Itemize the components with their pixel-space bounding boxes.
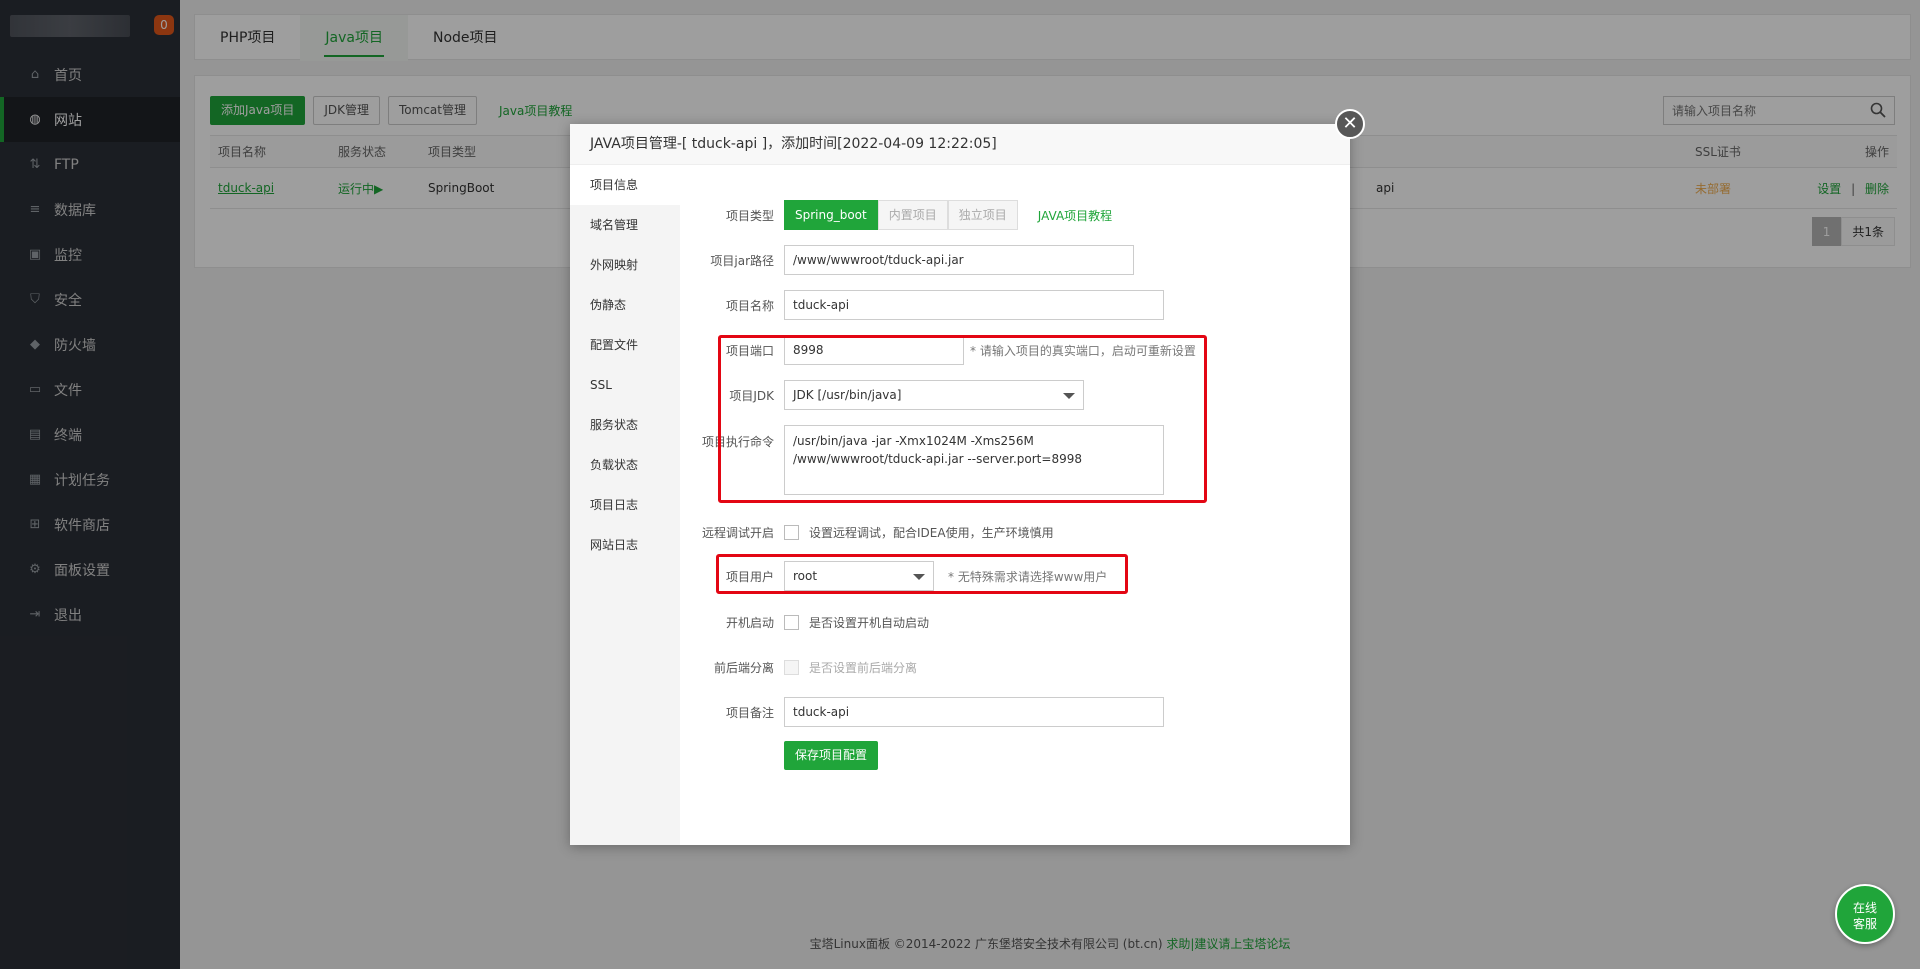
row-save: 保存项目配置 [680,741,1350,770]
nav-domain[interactable]: 域名管理 [570,205,680,245]
row-remark: 项目备注 tduck-api [680,697,1350,727]
type-spring-boot[interactable]: Spring_boot [784,200,878,230]
close-icon[interactable]: ✕ [1335,109,1365,139]
label-auto-start: 开机启动 [725,615,774,630]
label-jar-path: 项目jar路径 [710,253,774,268]
chat-line-1: 在线 [1852,901,1877,915]
jar-path-input[interactable]: /www/wwwroot/tduck-api.jar [784,245,1134,275]
project-port-input[interactable]: 8998 [784,335,964,365]
chat-line-2: 客服 [1852,917,1877,931]
row-project-user: 项目用户 root * 无特殊需求请选择www用户 [680,561,1350,591]
nav-external-mapping[interactable]: 外网映射 [570,245,680,285]
project-name-input[interactable]: tduck-api [784,290,1164,320]
nav-load-status[interactable]: 负载状态 [570,445,680,485]
project-type-switch: Spring_boot 内置项目 独立项目 [784,200,1018,230]
row-frontend-split: 前后端分离 是否设置前后端分离 [680,652,1350,682]
row-project-jdk: 项目JDK JDK [/usr/bin/java] [680,380,1350,410]
save-config-button[interactable]: 保存项目配置 [784,741,879,770]
label-project-user: 项目用户 [725,569,774,584]
row-project-port: 项目端口 8998 * 请输入项目的真实端口，启动可重新设置 [680,335,1350,365]
project-form: 项目类型 Spring_boot 内置项目 独立项目 JAVA项目教程 项目ja… [680,165,1350,845]
jdk-select[interactable]: JDK [/usr/bin/java] [784,380,1084,410]
label-project-type: 项目类型 [725,208,774,223]
nav-project-log[interactable]: 项目日志 [570,485,680,525]
jdk-selected-value: JDK [/usr/bin/java] [793,388,902,402]
row-remote-debug: 远程调试开启 设置远程调试，配合IDEA使用，生产环境慎用 [680,517,1350,547]
row-exec-command: 项目执行命令 /usr/bin/java -jar -Xmx1024M -Xms… [680,425,1350,495]
label-remark: 项目备注 [725,705,774,720]
modal-title: JAVA项目管理-[ tduck-api ]，添加时间[2022-04-09 1… [570,124,1350,165]
remote-debug-checkbox[interactable] [784,524,799,540]
auto-start-hint: 是否设置开机自动启动 [809,615,930,630]
chevron-down-icon [913,574,925,580]
nav-project-info[interactable]: 项目信息 [570,165,680,205]
nav-site-log[interactable]: 网站日志 [570,525,680,565]
type-builtin[interactable]: 内置项目 [877,200,948,230]
remote-debug-hint: 设置远程调试，配合IDEA使用，生产环境慎用 [809,525,1054,540]
row-auto-start: 开机启动 是否设置开机自动启动 [680,607,1350,637]
java-tutorial-link[interactable]: JAVA项目教程 [1038,207,1112,224]
label-project-jdk: 项目JDK [729,388,774,403]
exec-command-textarea[interactable]: /usr/bin/java -jar -Xmx1024M -Xms256M /w… [784,425,1164,495]
user-selected-value: root [793,569,818,583]
type-standalone[interactable]: 独立项目 [947,200,1018,230]
java-project-modal: JAVA项目管理-[ tduck-api ]，添加时间[2022-04-09 1… [570,109,1365,845]
label-project-name: 项目名称 [725,298,774,313]
label-project-port: 项目端口 [725,343,774,358]
user-select[interactable]: root [784,561,934,591]
frontend-split-checkbox[interactable] [784,659,799,675]
modal-nav: 项目信息 域名管理 外网映射 伪静态 配置文件 SSL 服务状态 负载状态 项目… [570,165,680,845]
row-jar-path: 项目jar路径 /www/wwwroot/tduck-api.jar [680,245,1350,275]
label-remote-debug: 远程调试开启 [701,525,774,540]
online-support-button[interactable]: 在线 客服 [1835,884,1895,944]
chevron-down-icon [1063,393,1075,399]
auto-start-checkbox[interactable] [784,614,799,630]
nav-config-file[interactable]: 配置文件 [570,325,680,365]
row-project-type: 项目类型 Spring_boot 内置项目 独立项目 JAVA项目教程 [680,200,1350,230]
frontend-split-hint: 是否设置前后端分离 [809,660,918,675]
nav-ssl[interactable]: SSL [570,365,680,405]
label-frontend-split: 前后端分离 [713,660,774,675]
remark-input[interactable]: tduck-api [784,697,1164,727]
row-project-name: 项目名称 tduck-api [680,290,1350,320]
nav-service-status[interactable]: 服务状态 [570,405,680,445]
user-hint: * 无特殊需求请选择www用户 [948,569,1108,584]
port-hint: * 请输入项目的真实端口，启动可重新设置 [970,343,1196,358]
nav-rewrite[interactable]: 伪静态 [570,285,680,325]
label-exec-command: 项目执行命令 [701,435,774,449]
